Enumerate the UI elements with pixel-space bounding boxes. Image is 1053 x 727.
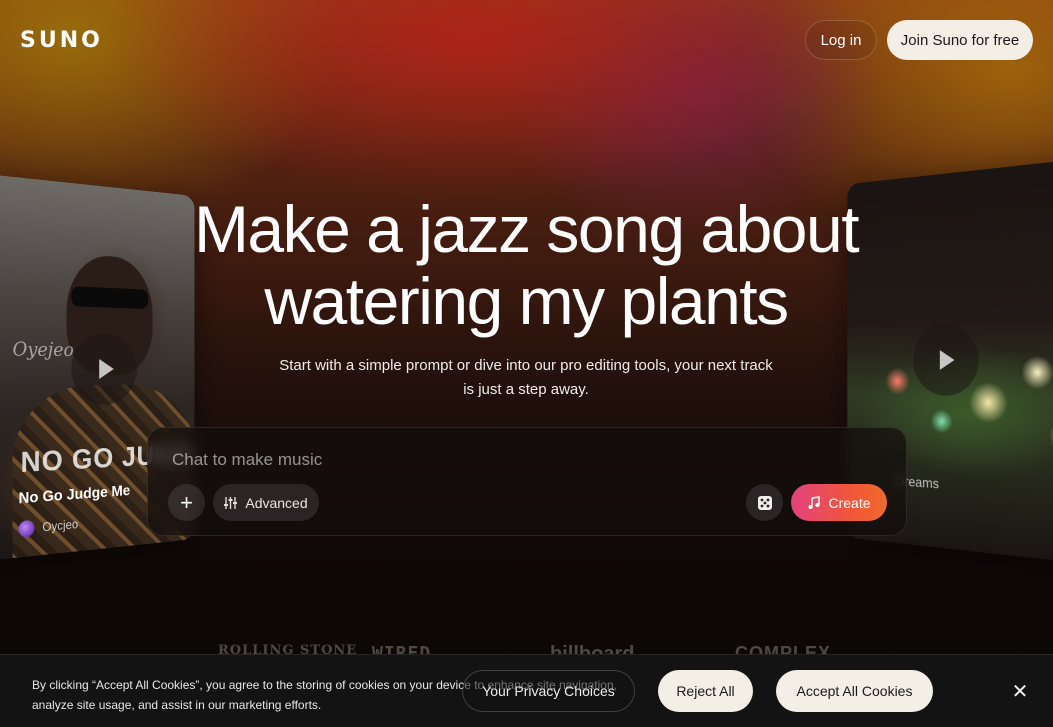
play-icon: [99, 359, 114, 379]
create-button[interactable]: Create: [791, 484, 887, 521]
advanced-button[interactable]: Advanced: [213, 484, 319, 521]
close-icon[interactable]: ✕: [1008, 679, 1032, 703]
create-label: Create: [828, 494, 871, 511]
advanced-label: Advanced: [245, 494, 308, 511]
reject-all-button[interactable]: Reject All: [658, 670, 753, 712]
artist-avatar: [18, 519, 35, 538]
hero-title: Make a jazz song about watering my plant…: [126, 193, 926, 337]
hero-title-line2: watering my plants: [264, 264, 789, 338]
random-prompt-button[interactable]: [746, 484, 783, 521]
hero-subtitle: Start with a simple prompt or dive into …: [279, 357, 773, 398]
artist-name: Oycjeo: [42, 517, 79, 535]
prompt-input[interactable]: [172, 448, 772, 472]
login-button[interactable]: Log in: [805, 20, 877, 60]
add-button[interactable]: +: [168, 484, 205, 521]
privacy-choices-button[interactable]: Your Privacy Choices: [462, 670, 635, 712]
play-icon: [939, 350, 955, 370]
accept-all-cookies-button[interactable]: Accept All Cookies: [776, 670, 933, 712]
hero-title-line1: Make a jazz song about: [193, 192, 860, 266]
dice-icon: [757, 495, 772, 510]
join-button[interactable]: Join Suno for free: [887, 20, 1033, 60]
sliders-icon: [224, 496, 238, 509]
music-note-icon: [808, 495, 821, 509]
card-artwork-script: Oyejeo: [12, 338, 74, 361]
plus-icon: +: [180, 489, 193, 515]
music-prompt-composer: + Advanced Create: [147, 427, 907, 536]
suno-logo[interactable]: SUNO: [20, 28, 103, 53]
play-button[interactable]: [71, 332, 137, 406]
cookie-banner: By clicking “Accept All Cookies”, you ag…: [0, 654, 1053, 727]
